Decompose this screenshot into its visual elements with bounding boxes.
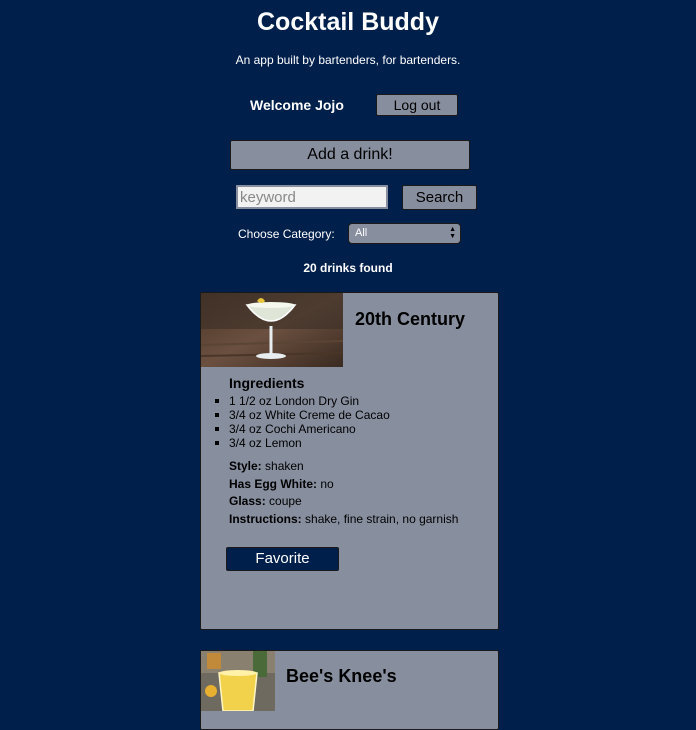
tagline: An app built by bartenders, for bartende… bbox=[235, 53, 461, 67]
favorite-button[interactable]: Favorite bbox=[226, 547, 339, 571]
drink-photo bbox=[201, 651, 275, 711]
egg-white-value: no bbox=[320, 476, 334, 491]
style-value: shaken bbox=[265, 459, 304, 473]
glass-value: coupe bbox=[269, 494, 302, 508]
cocktail-glass-image bbox=[201, 651, 275, 711]
add-drink-button[interactable]: Add a drink! bbox=[230, 140, 470, 170]
ingredient-item: 3/4 oz Lemon bbox=[215, 436, 390, 450]
drink-name: Bee's Knee's bbox=[286, 666, 397, 686]
ingredient-item: 1 1/2 oz London Dry Gin bbox=[215, 394, 390, 408]
style-row: Style: shaken bbox=[229, 458, 458, 476]
category-label: Choose Category: bbox=[238, 227, 335, 241]
welcome-message: Welcome Jojo bbox=[250, 97, 344, 113]
egg-white-row: Has Egg White: no bbox=[229, 476, 458, 494]
drink-card: 20th Century Ingredients 1 1/2 oz London… bbox=[200, 292, 499, 630]
select-arrows-icon: ▲ ▼ bbox=[449, 226, 456, 240]
ingredients-list: 1 1/2 oz London Dry Gin 3/4 oz White Cre… bbox=[215, 394, 390, 450]
glass-label: Glass: bbox=[229, 494, 266, 508]
category-selected-value: All bbox=[355, 227, 368, 239]
app-title: Cocktail Buddy bbox=[257, 8, 439, 36]
category-select[interactable]: All ▲ ▼ bbox=[348, 223, 461, 244]
drink-details: Style: shaken Has Egg White: no Glass: c… bbox=[229, 458, 458, 528]
drink-card: Bee's Knee's bbox=[200, 650, 499, 730]
ingredient-item: 3/4 oz White Creme de Cacao bbox=[215, 408, 390, 422]
logout-button[interactable]: Log out bbox=[376, 94, 458, 116]
style-label: Style: bbox=[229, 459, 262, 473]
ingredients-heading: Ingredients bbox=[229, 375, 305, 391]
glass-row: Glass: coupe bbox=[229, 493, 458, 511]
instructions-label: Instructions: bbox=[229, 511, 302, 526]
egg-white-label: Has Egg White: bbox=[229, 476, 318, 491]
search-input[interactable] bbox=[236, 185, 388, 209]
ingredient-item: 3/4 oz Cochi Americano bbox=[215, 422, 390, 436]
drink-name: 20th Century bbox=[355, 309, 466, 329]
instructions-value: shake, fine strain, no garnish bbox=[305, 511, 459, 526]
instructions-row: Instructions: shake, fine strain, no gar… bbox=[229, 511, 458, 529]
search-button[interactable]: Search bbox=[402, 185, 477, 210]
drink-photo bbox=[201, 293, 343, 367]
results-count: 20 drinks found bbox=[303, 261, 393, 275]
cocktail-coupe-image bbox=[201, 293, 343, 367]
